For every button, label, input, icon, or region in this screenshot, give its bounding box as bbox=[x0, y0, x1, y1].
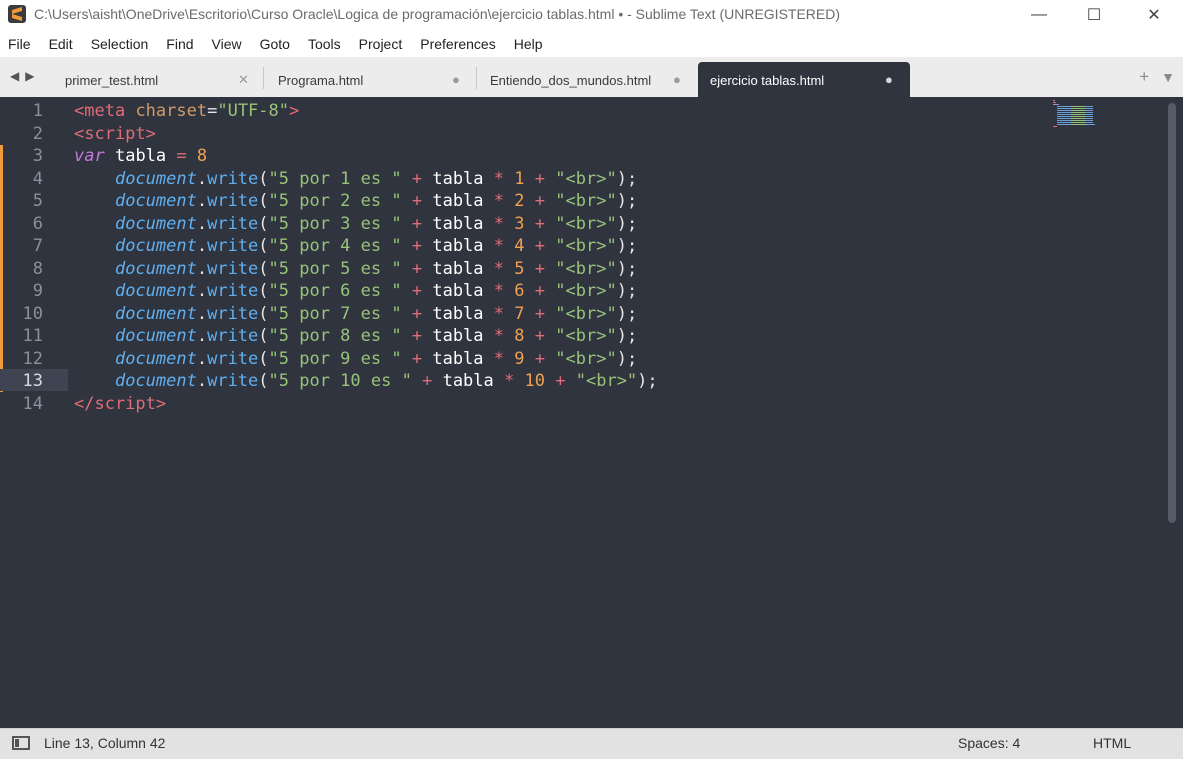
tab-label: primer_test.html bbox=[65, 73, 159, 88]
cursor-position: Line 13, Column 42 bbox=[44, 735, 166, 751]
line-number: 8 bbox=[32, 258, 43, 279]
tab-programa[interactable]: Programa.html ● bbox=[266, 62, 476, 97]
code-text: document.write("5 por 6 es " + tabla * 6… bbox=[114, 281, 638, 301]
sublime-text-icon bbox=[8, 5, 26, 23]
line-number: 2 bbox=[32, 123, 43, 144]
new-tab-icon[interactable]: + bbox=[1139, 67, 1149, 87]
unsaved-dot-icon[interactable]: ● bbox=[673, 72, 681, 87]
back-arrow-icon[interactable]: ◀ bbox=[10, 69, 19, 83]
menu-tools[interactable]: Tools bbox=[299, 36, 350, 52]
code-text: document.write("5 por 1 es " + tabla * 1… bbox=[114, 168, 638, 189]
forward-arrow-icon[interactable]: ▶ bbox=[25, 69, 34, 83]
close-window-button[interactable]: ✕ bbox=[1131, 0, 1177, 30]
line-number: 13 bbox=[22, 371, 43, 391]
code-text: document.write("5 por 3 es " + tabla * 3… bbox=[114, 213, 638, 234]
code-text: <script> bbox=[74, 123, 156, 144]
code-text: document.write("5 por 8 es " + tabla * 8… bbox=[114, 326, 638, 346]
menu-selection[interactable]: Selection bbox=[82, 36, 158, 52]
indentation-setting[interactable]: Spaces: 4 bbox=[958, 735, 1020, 751]
minimap[interactable] bbox=[1053, 100, 1123, 140]
tab-label: ejercicio tablas.html bbox=[710, 73, 825, 88]
status-bar: Line 13, Column 42 Spaces: 4 HTML bbox=[0, 728, 1183, 759]
code-text: var tabla = 8 bbox=[74, 146, 208, 166]
close-icon: ✕ bbox=[1147, 7, 1161, 24]
syntax-selector[interactable]: HTML bbox=[1093, 735, 1131, 751]
menu-project[interactable]: Project bbox=[350, 36, 412, 52]
line-number: 1 bbox=[32, 101, 43, 121]
menu-preferences[interactable]: Preferences bbox=[411, 36, 504, 52]
line-number: 14 bbox=[22, 393, 43, 414]
line-number: 3 bbox=[32, 146, 43, 166]
menu-bar: File Edit Selection Find View Goto Tools… bbox=[0, 30, 1183, 57]
tab-divider bbox=[476, 67, 477, 89]
line-number: 12 bbox=[22, 348, 43, 369]
line-number: 5 bbox=[32, 191, 43, 211]
tab-label: Programa.html bbox=[278, 73, 364, 88]
tab-ejercicio-tablas[interactable]: ejercicio tablas.html ● bbox=[698, 62, 910, 97]
menu-view[interactable]: View bbox=[203, 36, 251, 52]
line-number: 4 bbox=[32, 168, 43, 189]
line-number: 6 bbox=[32, 213, 43, 234]
tab-tools: + ▼ bbox=[1139, 67, 1175, 87]
tab-navigation: ◀ ▶ bbox=[10, 69, 34, 83]
tab-label: Entiendo_dos_mundos.html bbox=[490, 73, 652, 88]
minimize-button[interactable]: — bbox=[1016, 0, 1062, 30]
tab-entiendo-dos-mundos[interactable]: Entiendo_dos_mundos.html ● bbox=[478, 62, 696, 97]
code-text: <meta charset="UTF-8"> bbox=[74, 101, 300, 121]
line-number: 7 bbox=[32, 236, 43, 256]
code-text: document.write("5 por 10 es " + tabla * … bbox=[114, 371, 658, 391]
maximize-button[interactable]: ☐ bbox=[1071, 0, 1117, 30]
maximize-icon: ☐ bbox=[1086, 7, 1102, 24]
code-text: document.write("5 por 9 es " + tabla * 9… bbox=[114, 348, 638, 369]
line-number: 11 bbox=[22, 326, 43, 346]
code-text: document.write("5 por 4 es " + tabla * 4… bbox=[114, 236, 638, 256]
vertical-scrollbar[interactable] bbox=[1168, 103, 1176, 723]
tab-bar: ◀ ▶ primer_test.html ✕ Programa.html ● E… bbox=[0, 57, 1183, 97]
menu-goto[interactable]: Goto bbox=[251, 36, 299, 52]
unsaved-dot-icon[interactable]: ● bbox=[885, 72, 893, 87]
window-title: C:\Users\aisht\OneDrive\Escritorio\Curso… bbox=[34, 6, 841, 22]
unsaved-dot-icon[interactable]: ● bbox=[452, 72, 460, 87]
toggle-sidebar-icon[interactable] bbox=[12, 736, 30, 750]
tab-primer-test[interactable]: primer_test.html ✕ bbox=[53, 62, 263, 97]
code-text: document.write("5 por 2 es " + tabla * 2… bbox=[114, 191, 638, 211]
tab-menu-icon[interactable]: ▼ bbox=[1161, 67, 1175, 87]
close-tab-icon[interactable]: ✕ bbox=[238, 72, 249, 88]
code-text: document.write("5 por 5 es " + tabla * 5… bbox=[114, 258, 638, 279]
minimize-icon: — bbox=[1031, 6, 1047, 23]
code-text: document.write("5 por 7 es " + tabla * 7… bbox=[114, 303, 638, 324]
menu-file[interactable]: File bbox=[0, 36, 40, 52]
scrollbar-thumb[interactable] bbox=[1168, 103, 1176, 523]
code-editor[interactable]: 1 <meta charset="UTF-8"> 2 <script> 3 var t… bbox=[0, 97, 1183, 728]
tab-divider bbox=[263, 67, 264, 89]
menu-find[interactable]: Find bbox=[157, 36, 202, 52]
code-text: </script> bbox=[74, 393, 167, 414]
line-number: 10 bbox=[22, 303, 43, 324]
line-number: 9 bbox=[32, 281, 43, 301]
menu-edit[interactable]: Edit bbox=[40, 36, 82, 52]
menu-help[interactable]: Help bbox=[505, 36, 552, 52]
title-bar: C:\Users\aisht\OneDrive\Escritorio\Curso… bbox=[0, 0, 1183, 30]
